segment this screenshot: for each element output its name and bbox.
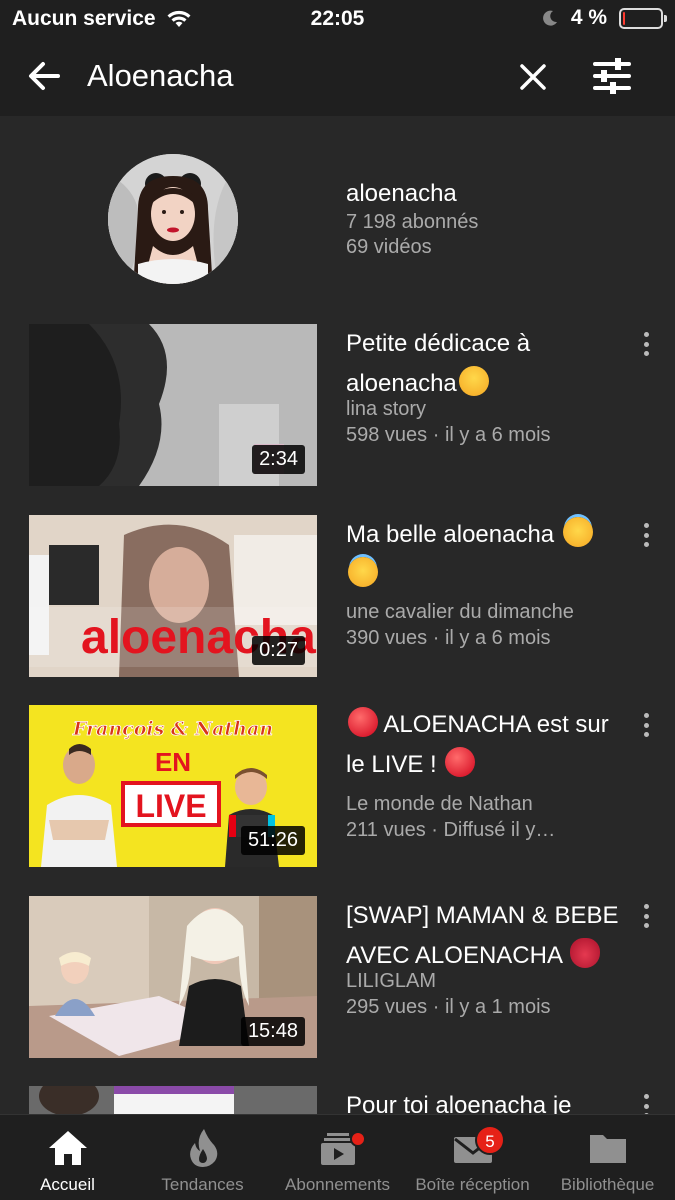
back-arrow-icon — [29, 62, 60, 90]
status-bar: Aucun service 22:05 4 % — [0, 0, 675, 38]
dot — [643, 523, 649, 528]
folder-icon — [590, 1135, 626, 1163]
video-thumbnail[interactable]: 15:48 — [29, 896, 317, 1058]
video-item[interactable]: 15:48 [SWAP] MAMAN & BEBE AVEC ALOENACHA… — [0, 896, 675, 1076]
video-item[interactable]: François & Nathan EN LIVE 51:26 ALOENACH… — [0, 705, 675, 885]
video-channel[interactable]: LILIGLAM — [346, 970, 436, 993]
video-title-text: Ma belle aloenacha — [346, 521, 555, 548]
video-title[interactable]: ALOENACHA est sur le LIVE ! — [346, 705, 626, 785]
video-meta: 295 vues · il y a 1 mois — [346, 996, 551, 1018]
video-thumbnail[interactable] — [29, 1086, 317, 1114]
thumb-title-text: François & Nathan — [72, 718, 273, 740]
halo-emoji-icon — [562, 517, 593, 547]
more-options-button[interactable] — [636, 711, 656, 739]
video-title-text: ALOENACHA est sur le LIVE ! — [346, 711, 609, 778]
channel-subscribers: 7 198 abonnés — [346, 211, 479, 233]
filter-sliders-icon — [593, 58, 631, 94]
battery-level — [623, 11, 625, 25]
channel-video-count: 69 vidéos — [346, 236, 432, 258]
dot — [643, 913, 649, 919]
filter-button[interactable] — [590, 54, 634, 98]
video-title[interactable]: [SWAP] MAMAN & BEBE AVEC ALOENACHA — [346, 896, 626, 976]
clear-search-button[interactable] — [514, 58, 552, 96]
channel-result[interactable]: aloenacha 7 198 abonnés 69 vidéos — [0, 116, 675, 316]
video-thumbnail[interactable]: François & Nathan EN LIVE 51:26 — [29, 705, 317, 867]
tab-label: Accueil — [40, 1175, 95, 1194]
notification-dot — [350, 1131, 366, 1147]
video-channel[interactable]: Le monde de Nathan — [346, 793, 533, 816]
more-options-button[interactable] — [636, 330, 656, 358]
moon-icon — [542, 10, 557, 26]
back-button[interactable] — [24, 56, 64, 96]
red-circle-emoji-icon — [445, 747, 476, 777]
dot — [643, 1103, 649, 1109]
more-options-button[interactable] — [636, 1092, 656, 1114]
dot — [643, 332, 649, 337]
home-icon — [49, 1131, 87, 1165]
tab-label: Tendances — [161, 1175, 244, 1194]
inbox-badge: 5 — [475, 1125, 505, 1155]
video-title-text: Petite dédicace à aloenacha — [346, 330, 531, 397]
video-thumbnail[interactable]: 2:34 — [29, 324, 317, 486]
dot — [643, 923, 649, 928]
video-title[interactable]: Petite dédicace à aloenacha — [346, 324, 626, 404]
video-meta: 211 vues · Diffusé il y… — [346, 819, 556, 841]
video-duration: 51:26 — [240, 826, 305, 855]
dot — [643, 732, 649, 737]
video-channel[interactable]: lina story — [346, 398, 426, 421]
search-query[interactable]: Aloenacha — [87, 58, 234, 94]
close-icon — [520, 64, 546, 90]
tab-subscriptions[interactable]: Abonnements — [270, 1115, 405, 1200]
tab-trending[interactable]: Tendances — [135, 1115, 270, 1200]
avatar-image — [108, 154, 238, 284]
video-title[interactable]: Pour toi aloenacha je — [346, 1086, 626, 1114]
halo-emoji-icon — [348, 557, 378, 587]
smiling-emoji-icon — [458, 366, 489, 396]
video-thumbnail[interactable]: aloenacha 0:27 — [29, 515, 317, 677]
video-channel[interactable]: une cavalier du dimanche — [346, 601, 574, 624]
channel-name[interactable]: aloenacha — [346, 180, 457, 208]
video-title[interactable]: Ma belle aloenacha — [346, 515, 626, 595]
video-item[interactable]: Pour toi aloenacha je — [0, 1086, 675, 1114]
video-meta: 390 vues · il y a 6 mois — [346, 627, 551, 649]
tab-label: Bibliothèque — [560, 1175, 655, 1194]
thumb-live-text: LIVE — [135, 788, 206, 824]
battery-area: 4 % — [541, 6, 667, 30]
dot — [643, 341, 649, 347]
tab-inbox[interactable]: 5 Boîte réception — [405, 1115, 540, 1200]
dot — [643, 542, 649, 547]
video-item[interactable]: aloenacha 0:27 Ma belle aloenacha une ca… — [0, 515, 675, 695]
video-duration: 15:48 — [240, 1017, 305, 1046]
tab-home[interactable]: Accueil — [0, 1115, 135, 1200]
dot — [643, 351, 649, 356]
tab-label: Boîte réception — [415, 1175, 530, 1194]
flame-icon — [190, 1129, 218, 1167]
thumb-en-text: EN — [155, 747, 191, 777]
battery-icon — [619, 7, 667, 29]
more-options-button[interactable] — [636, 902, 656, 930]
battery-percent: 4 % — [570, 6, 607, 29]
tab-library[interactable]: Bibliothèque — [540, 1115, 675, 1200]
dot — [643, 532, 649, 538]
kiss-lips-emoji-icon — [570, 938, 601, 968]
bottom-tab-bar: Accueil Tendances Abonnements 5 Boîte ré… — [0, 1114, 675, 1200]
video-duration: 2:34 — [252, 445, 305, 474]
tab-label: Abonnements — [285, 1175, 390, 1194]
video-item[interactable]: 2:34 Petite dédicace à aloenacha lina st… — [0, 324, 675, 504]
dot — [643, 904, 649, 909]
dot — [643, 722, 649, 728]
search-header: Aloenacha — [0, 38, 675, 116]
more-options-button[interactable] — [636, 521, 656, 549]
red-circle-emoji-icon — [348, 707, 378, 737]
channel-avatar[interactable] — [108, 154, 238, 284]
dot — [643, 1094, 649, 1099]
dot — [643, 713, 649, 718]
video-duration: 0:27 — [252, 636, 305, 665]
video-meta: 598 vues · il y a 6 mois — [346, 424, 551, 446]
